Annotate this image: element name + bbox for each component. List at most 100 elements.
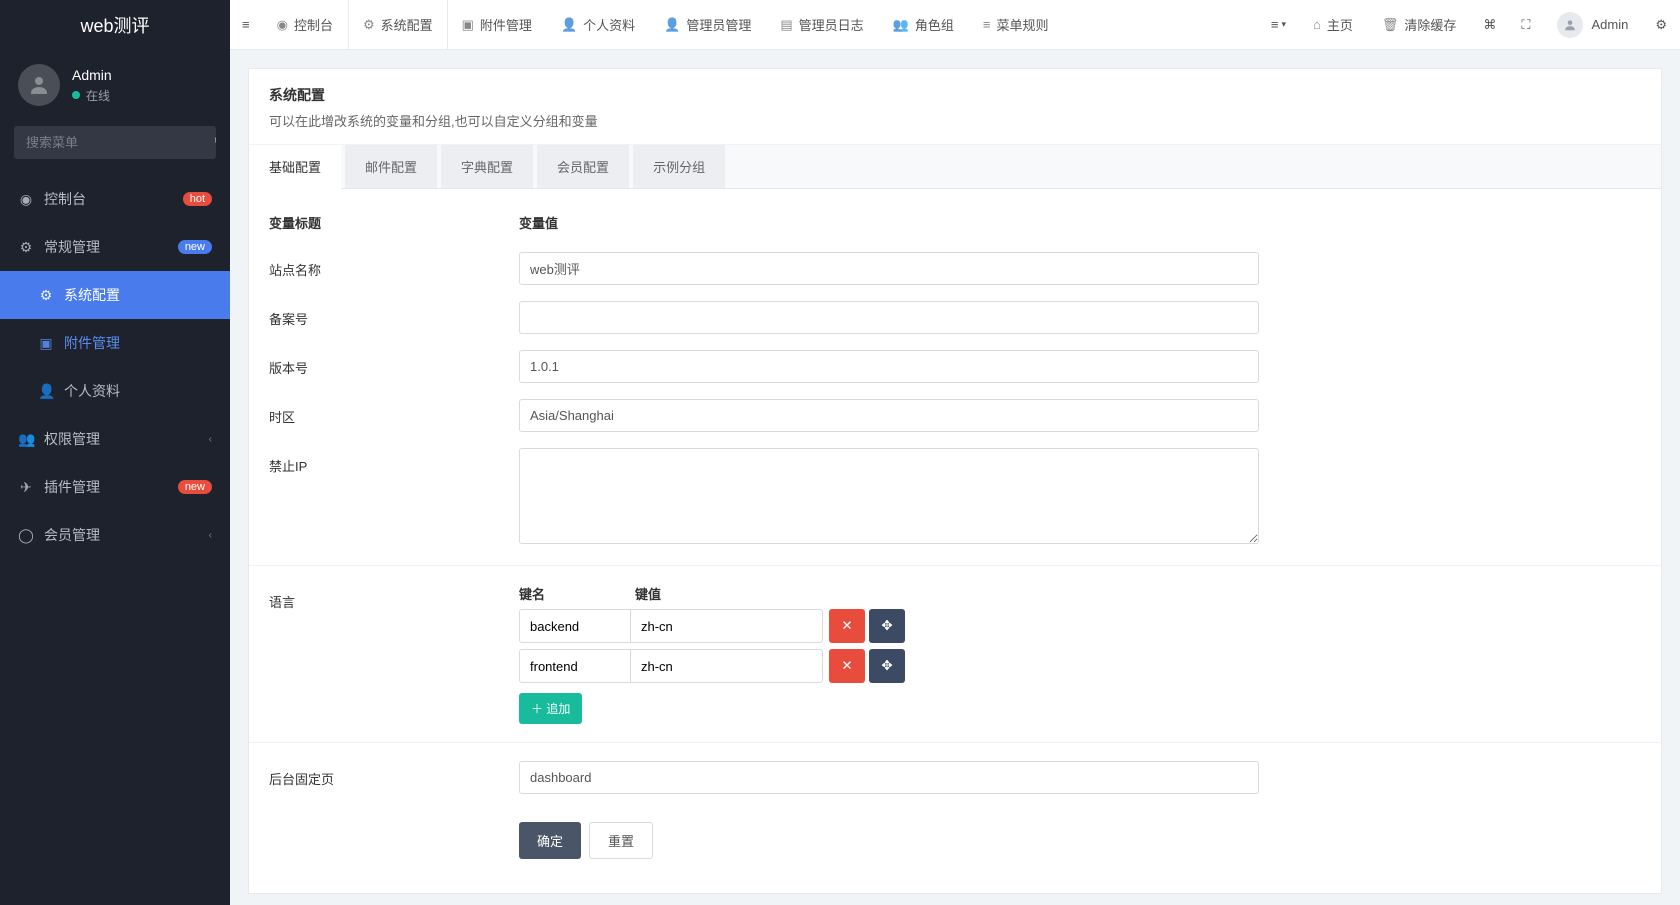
textarea-forbid-ip[interactable] [519, 448, 1259, 544]
tabs-dropdown[interactable]: ≡ ▾ [1259, 0, 1299, 49]
terminal-button[interactable]: ⌘ [1471, 0, 1509, 49]
clear-cache-button[interactable]: 🗑清除缓存 [1368, 0, 1472, 49]
plus-icon: ＋ [531, 702, 543, 716]
add-button[interactable]: ＋ 追加 [519, 693, 582, 724]
config-tabs: 基础配置 邮件配置 字典配置 会员配置 示例分组 [249, 145, 1661, 189]
input-timezone[interactable] [519, 399, 1259, 432]
tab-label: 角色组 [915, 15, 954, 34]
brand: web测评 [0, 0, 230, 50]
sidebar-item-general[interactable]: ⚙ 常规管理 new [0, 223, 230, 271]
sidebar-search: 🔍 [14, 126, 216, 159]
user-menu[interactable]: Admin [1543, 0, 1643, 49]
status-dot-icon [72, 91, 80, 99]
sidebar-item-plugin[interactable]: ✈ 插件管理 new [0, 463, 230, 511]
row-fixed-page: 后台固定页 [269, 753, 1641, 802]
sidebar-item-dashboard[interactable]: ◉ 控制台 hot [0, 175, 230, 223]
drag-handle[interactable]: ✥ [869, 609, 905, 643]
tab-system-config[interactable]: ⚙系统配置 [348, 0, 448, 49]
close-icon: ✕ [841, 658, 852, 673]
chevron-down-icon: ▾ [1281, 19, 1286, 30]
tab-mail[interactable]: 邮件配置 [345, 145, 437, 188]
fullscreen-button[interactable]: ⛶ [1509, 0, 1543, 49]
image-icon: ▣ [462, 17, 474, 33]
user-icon: 👤 [664, 17, 680, 33]
input-version[interactable] [519, 350, 1259, 383]
sidebar: web测评 Admin 在线 🔍 ◉ 控制台 hot [0, 0, 230, 905]
label-version: 版本号 [269, 350, 519, 377]
tab-member[interactable]: 会员配置 [537, 145, 629, 188]
settings-button[interactable]: ⚙ [1643, 0, 1680, 49]
avatar[interactable] [18, 64, 60, 106]
row-site-name: 站点名称 [269, 244, 1641, 293]
reset-button[interactable]: 重置 [589, 822, 653, 859]
expand-icon: ⛶ [1521, 17, 1530, 33]
main: ≡ ◉控制台 ⚙系统配置 ▣附件管理 👤个人资料 👤管理员管理 ▤管理员日志 👥… [230, 0, 1680, 905]
terminal-icon: ⌘ [1483, 17, 1496, 33]
input-site-name[interactable] [519, 252, 1259, 285]
bars-icon: ≡ [983, 17, 991, 32]
row-beian: 备案号 [269, 293, 1641, 342]
sidebar-item-system-config[interactable]: ⚙ 系统配置 [0, 271, 230, 319]
search-icon: 🔍 [214, 135, 216, 150]
panel-header: 系统配置 可以在此增改系统的变量和分组,也可以自定义分组和变量 [249, 69, 1661, 145]
topbar: ≡ ◉控制台 ⚙系统配置 ▣附件管理 👤个人资料 👤管理员管理 ▤管理员日志 👥… [230, 0, 1680, 50]
sidebar-item-profile[interactable]: 👤 个人资料 [0, 367, 230, 415]
chevron-left-icon: ‹ [209, 530, 212, 541]
tab-label: 个人资料 [583, 15, 635, 34]
sidebar-item-label: 个人资料 [64, 381, 120, 401]
tab-admin[interactable]: 👤管理员管理 [650, 0, 766, 49]
delete-button[interactable]: ✕ [829, 609, 865, 643]
panel: 系统配置 可以在此增改系统的变量和分组,也可以自定义分组和变量 基础配置 邮件配… [248, 68, 1662, 894]
user-circle-icon: ◯ [18, 527, 34, 544]
tab-role-group[interactable]: 👥角色组 [879, 0, 969, 49]
header-value: 变量值 [519, 213, 1641, 232]
input-fixed-page[interactable] [519, 761, 1259, 794]
row-version: 版本号 [269, 342, 1641, 391]
row-forbid-ip: 禁止IP [269, 440, 1641, 555]
separator [249, 742, 1661, 743]
drag-handle[interactable]: ✥ [869, 649, 905, 683]
tab-admin-log[interactable]: ▤管理员日志 [766, 0, 878, 49]
search-input[interactable] [14, 126, 214, 159]
submit-button[interactable]: 确定 [519, 822, 581, 859]
search-button[interactable]: 🔍 [214, 126, 216, 159]
bars-icon: ≡ [1271, 17, 1279, 32]
sidebar-item-label: 系统配置 [64, 285, 120, 305]
kv-row: ✕ ✥ [519, 649, 1259, 683]
user-status: 在线 [72, 87, 112, 104]
user-panel: Admin 在线 [0, 50, 230, 116]
kv-value-input[interactable] [631, 649, 823, 683]
home-link[interactable]: ⌂主页 [1299, 0, 1368, 49]
kv-key-input[interactable] [519, 649, 631, 683]
home-icon: ⌂ [1313, 17, 1321, 32]
tab-label: 附件管理 [480, 15, 532, 34]
toggle-sidebar-button[interactable]: ≡ [230, 0, 263, 49]
kv-header: 键名 键值 [519, 584, 1259, 603]
tab-profile[interactable]: 👤个人资料 [547, 0, 650, 49]
tab-dict[interactable]: 字典配置 [441, 145, 533, 188]
sidebar-item-member[interactable]: ◯ 会员管理 ‹ [0, 511, 230, 559]
tab-example[interactable]: 示例分组 [633, 145, 725, 188]
kv-key-input[interactable] [519, 609, 631, 643]
cog-icon: ⚙ [18, 239, 34, 256]
tab-dashboard[interactable]: ◉控制台 [263, 0, 348, 49]
input-beian[interactable] [519, 301, 1259, 334]
sidebar-item-label: 插件管理 [44, 477, 100, 497]
sidebar-item-permission[interactable]: 👥 权限管理 ‹ [0, 415, 230, 463]
sidebar-item-label: 常规管理 [44, 237, 100, 257]
add-label: 追加 [546, 702, 570, 716]
kv-value-input[interactable] [631, 609, 823, 643]
chevron-left-icon: ‹ [209, 434, 212, 445]
row-timezone: 时区 [269, 391, 1641, 440]
label-language: 语言 [269, 584, 519, 611]
tab-basic[interactable]: 基础配置 [249, 145, 341, 189]
rocket-icon: ✈ [18, 479, 34, 496]
sidebar-item-attachment[interactable]: ▣ 附件管理 [0, 319, 230, 367]
delete-button[interactable]: ✕ [829, 649, 865, 683]
dashboard-icon: ◉ [18, 191, 34, 208]
label-site-name: 站点名称 [269, 252, 519, 279]
tab-menu-rule[interactable]: ≡菜单规则 [969, 0, 1064, 49]
form: 变量标题 变量值 站点名称 备案号 版本号 [249, 189, 1661, 893]
header-label: 变量标题 [269, 213, 519, 232]
tab-attachment[interactable]: ▣ 附件管理 [448, 0, 547, 49]
